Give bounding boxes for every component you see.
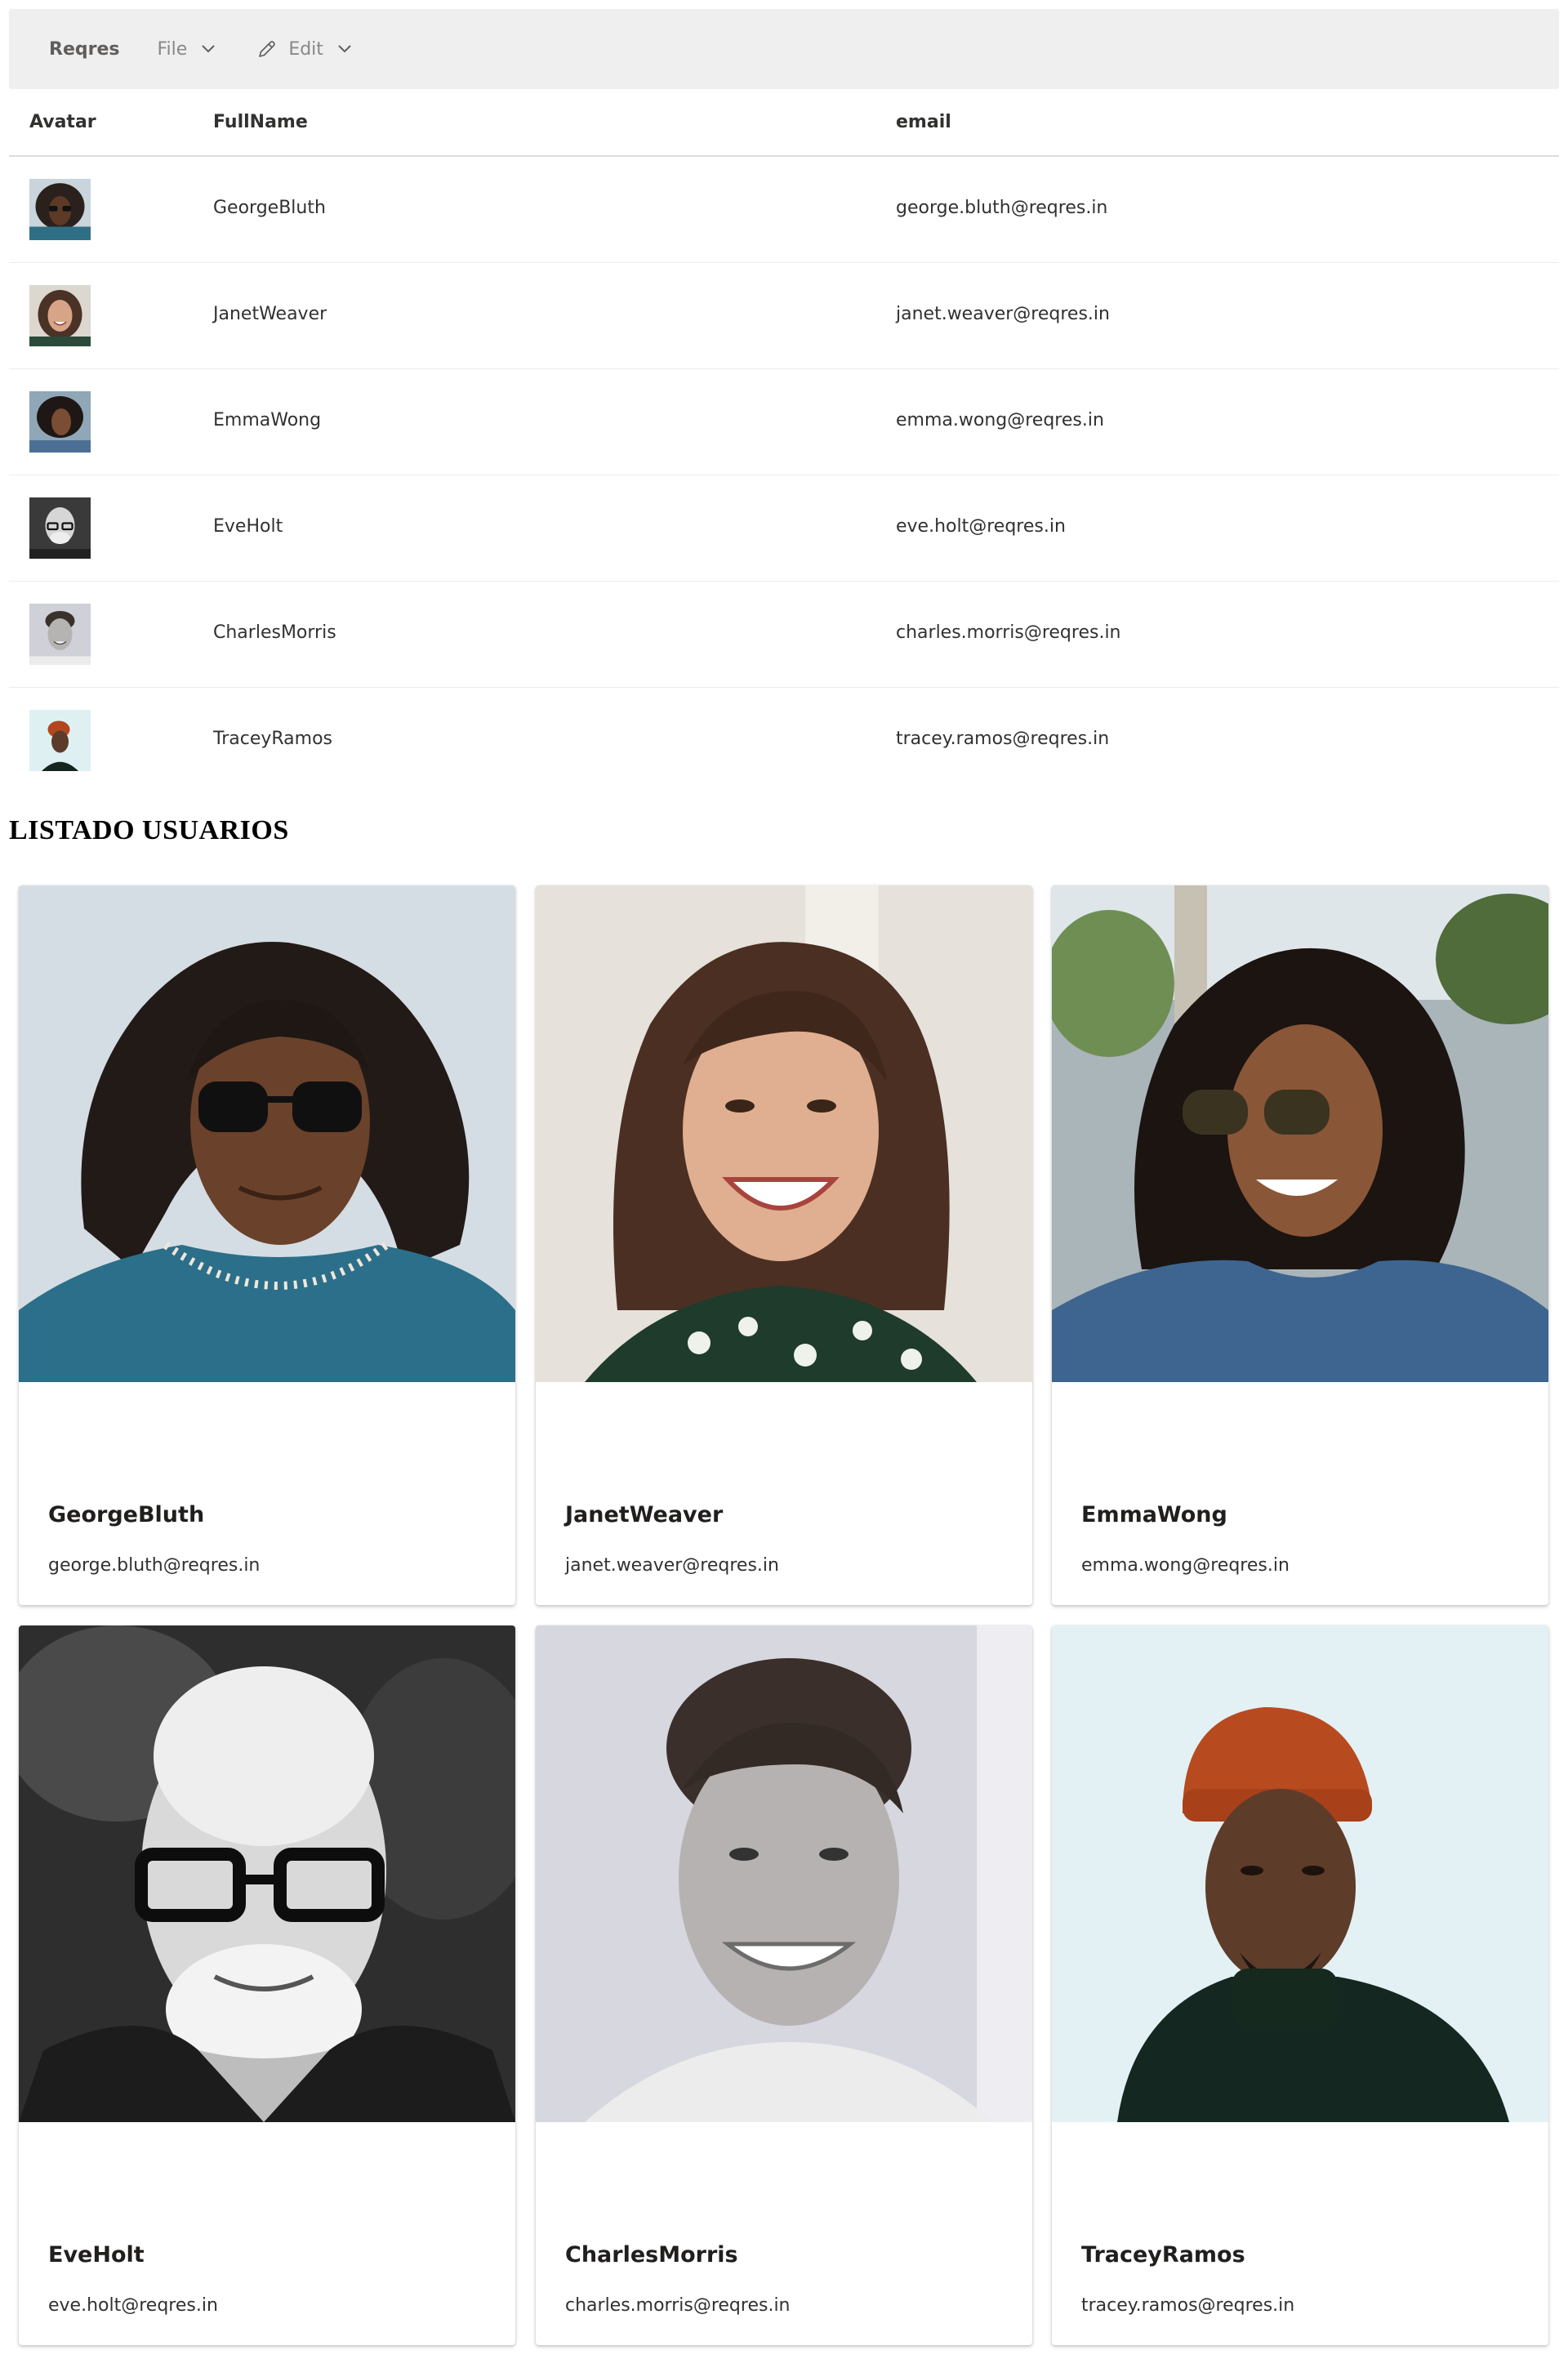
- card-user-name: EveHolt: [48, 2242, 145, 2268]
- user-card[interactable]: JanetWeaver janet.weaver@reqres.in: [536, 885, 1032, 1605]
- card-user-name: GeorgeBluth: [48, 1502, 205, 1527]
- card-user-name: CharlesMorris: [565, 2242, 738, 2268]
- pencil-icon: [257, 39, 277, 59]
- brand-label: Reqres: [49, 38, 120, 60]
- avatar: [29, 604, 91, 665]
- user-name: TraceyRamos: [213, 729, 333, 749]
- column-header-fullname[interactable]: FullName: [213, 112, 308, 132]
- user-card[interactable]: GeorgeBluth george.bluth@reqres.in: [19, 885, 515, 1605]
- table-row[interactable]: TraceyRamos tracey.ramos@reqres.in: [9, 688, 1559, 793]
- user-photo: [1052, 885, 1548, 1382]
- card-user-email: tracey.ramos@reqres.in: [1081, 2295, 1295, 2316]
- edit-menu-button[interactable]: Edit: [257, 39, 351, 60]
- table-row[interactable]: GeorgeBluth george.bluth@reqres.in: [9, 157, 1559, 263]
- user-name: EmmaWong: [213, 410, 322, 430]
- card-user-name: EmmaWong: [1081, 1502, 1227, 1527]
- section-title: LISTADO USUARIOS: [9, 815, 289, 845]
- table-row[interactable]: EmmaWong emma.wong@reqres.in: [9, 369, 1559, 475]
- card-user-email: charles.morris@reqres.in: [565, 2295, 791, 2316]
- user-photo: [536, 1625, 1032, 2122]
- user-photo: [536, 885, 1032, 1382]
- card-user-email: eve.holt@reqres.in: [48, 2295, 218, 2316]
- user-email: emma.wong@reqres.in: [896, 410, 1104, 430]
- user-email: janet.weaver@reqres.in: [896, 304, 1110, 324]
- table-row[interactable]: EveHolt eve.holt@reqres.in: [9, 475, 1559, 582]
- table-row[interactable]: JanetWeaver janet.weaver@reqres.in: [9, 263, 1559, 369]
- user-email: george.bluth@reqres.in: [896, 198, 1108, 218]
- command-bar: Reqres File Edit: [9, 9, 1559, 89]
- users-table: Avatar FullName email GeorgeBluth george…: [9, 89, 1559, 793]
- chevron-down-icon: [202, 45, 216, 53]
- avatar: [29, 710, 91, 771]
- user-card[interactable]: EveHolt eve.holt@reqres.in: [19, 1625, 515, 2345]
- chevron-down-icon: [338, 45, 351, 53]
- user-card[interactable]: CharlesMorris charles.morris@reqres.in: [536, 1625, 1032, 2345]
- user-name: JanetWeaver: [213, 304, 327, 324]
- column-header-email[interactable]: email: [896, 112, 951, 132]
- avatar: [29, 285, 91, 346]
- user-photo: [1052, 1625, 1548, 2122]
- user-email: charles.morris@reqres.in: [896, 622, 1121, 643]
- edit-menu-label: Edit: [288, 38, 323, 60]
- user-name: GeorgeBluth: [213, 198, 326, 218]
- table-header: Avatar FullName email: [9, 89, 1559, 157]
- card-user-email: emma.wong@reqres.in: [1081, 1555, 1290, 1576]
- file-menu-label: File: [157, 38, 188, 60]
- card-user-name: TraceyRamos: [1081, 2242, 1245, 2268]
- card-user-name: JanetWeaver: [565, 1502, 724, 1527]
- file-menu-button[interactable]: File: [157, 38, 216, 60]
- user-name: CharlesMorris: [213, 622, 336, 643]
- avatar: [29, 497, 91, 559]
- user-email: eve.holt@reqres.in: [896, 516, 1066, 537]
- card-user-email: janet.weaver@reqres.in: [565, 1555, 779, 1576]
- column-header-avatar[interactable]: Avatar: [29, 112, 96, 132]
- table-row[interactable]: CharlesMorris charles.morris@reqres.in: [9, 582, 1559, 688]
- user-card[interactable]: EmmaWong emma.wong@reqres.in: [1052, 885, 1548, 1605]
- card-user-email: george.bluth@reqres.in: [48, 1555, 261, 1576]
- user-name: EveHolt: [213, 516, 283, 537]
- page: Reqres File Edit Avatar FullName email G…: [0, 0, 1568, 2368]
- avatar: [29, 179, 91, 240]
- avatar: [29, 391, 91, 453]
- user-photo: [19, 1625, 515, 2122]
- user-email: tracey.ramos@reqres.in: [896, 729, 1110, 749]
- user-card[interactable]: TraceyRamos tracey.ramos@reqres.in: [1052, 1625, 1548, 2345]
- user-photo: [19, 885, 515, 1382]
